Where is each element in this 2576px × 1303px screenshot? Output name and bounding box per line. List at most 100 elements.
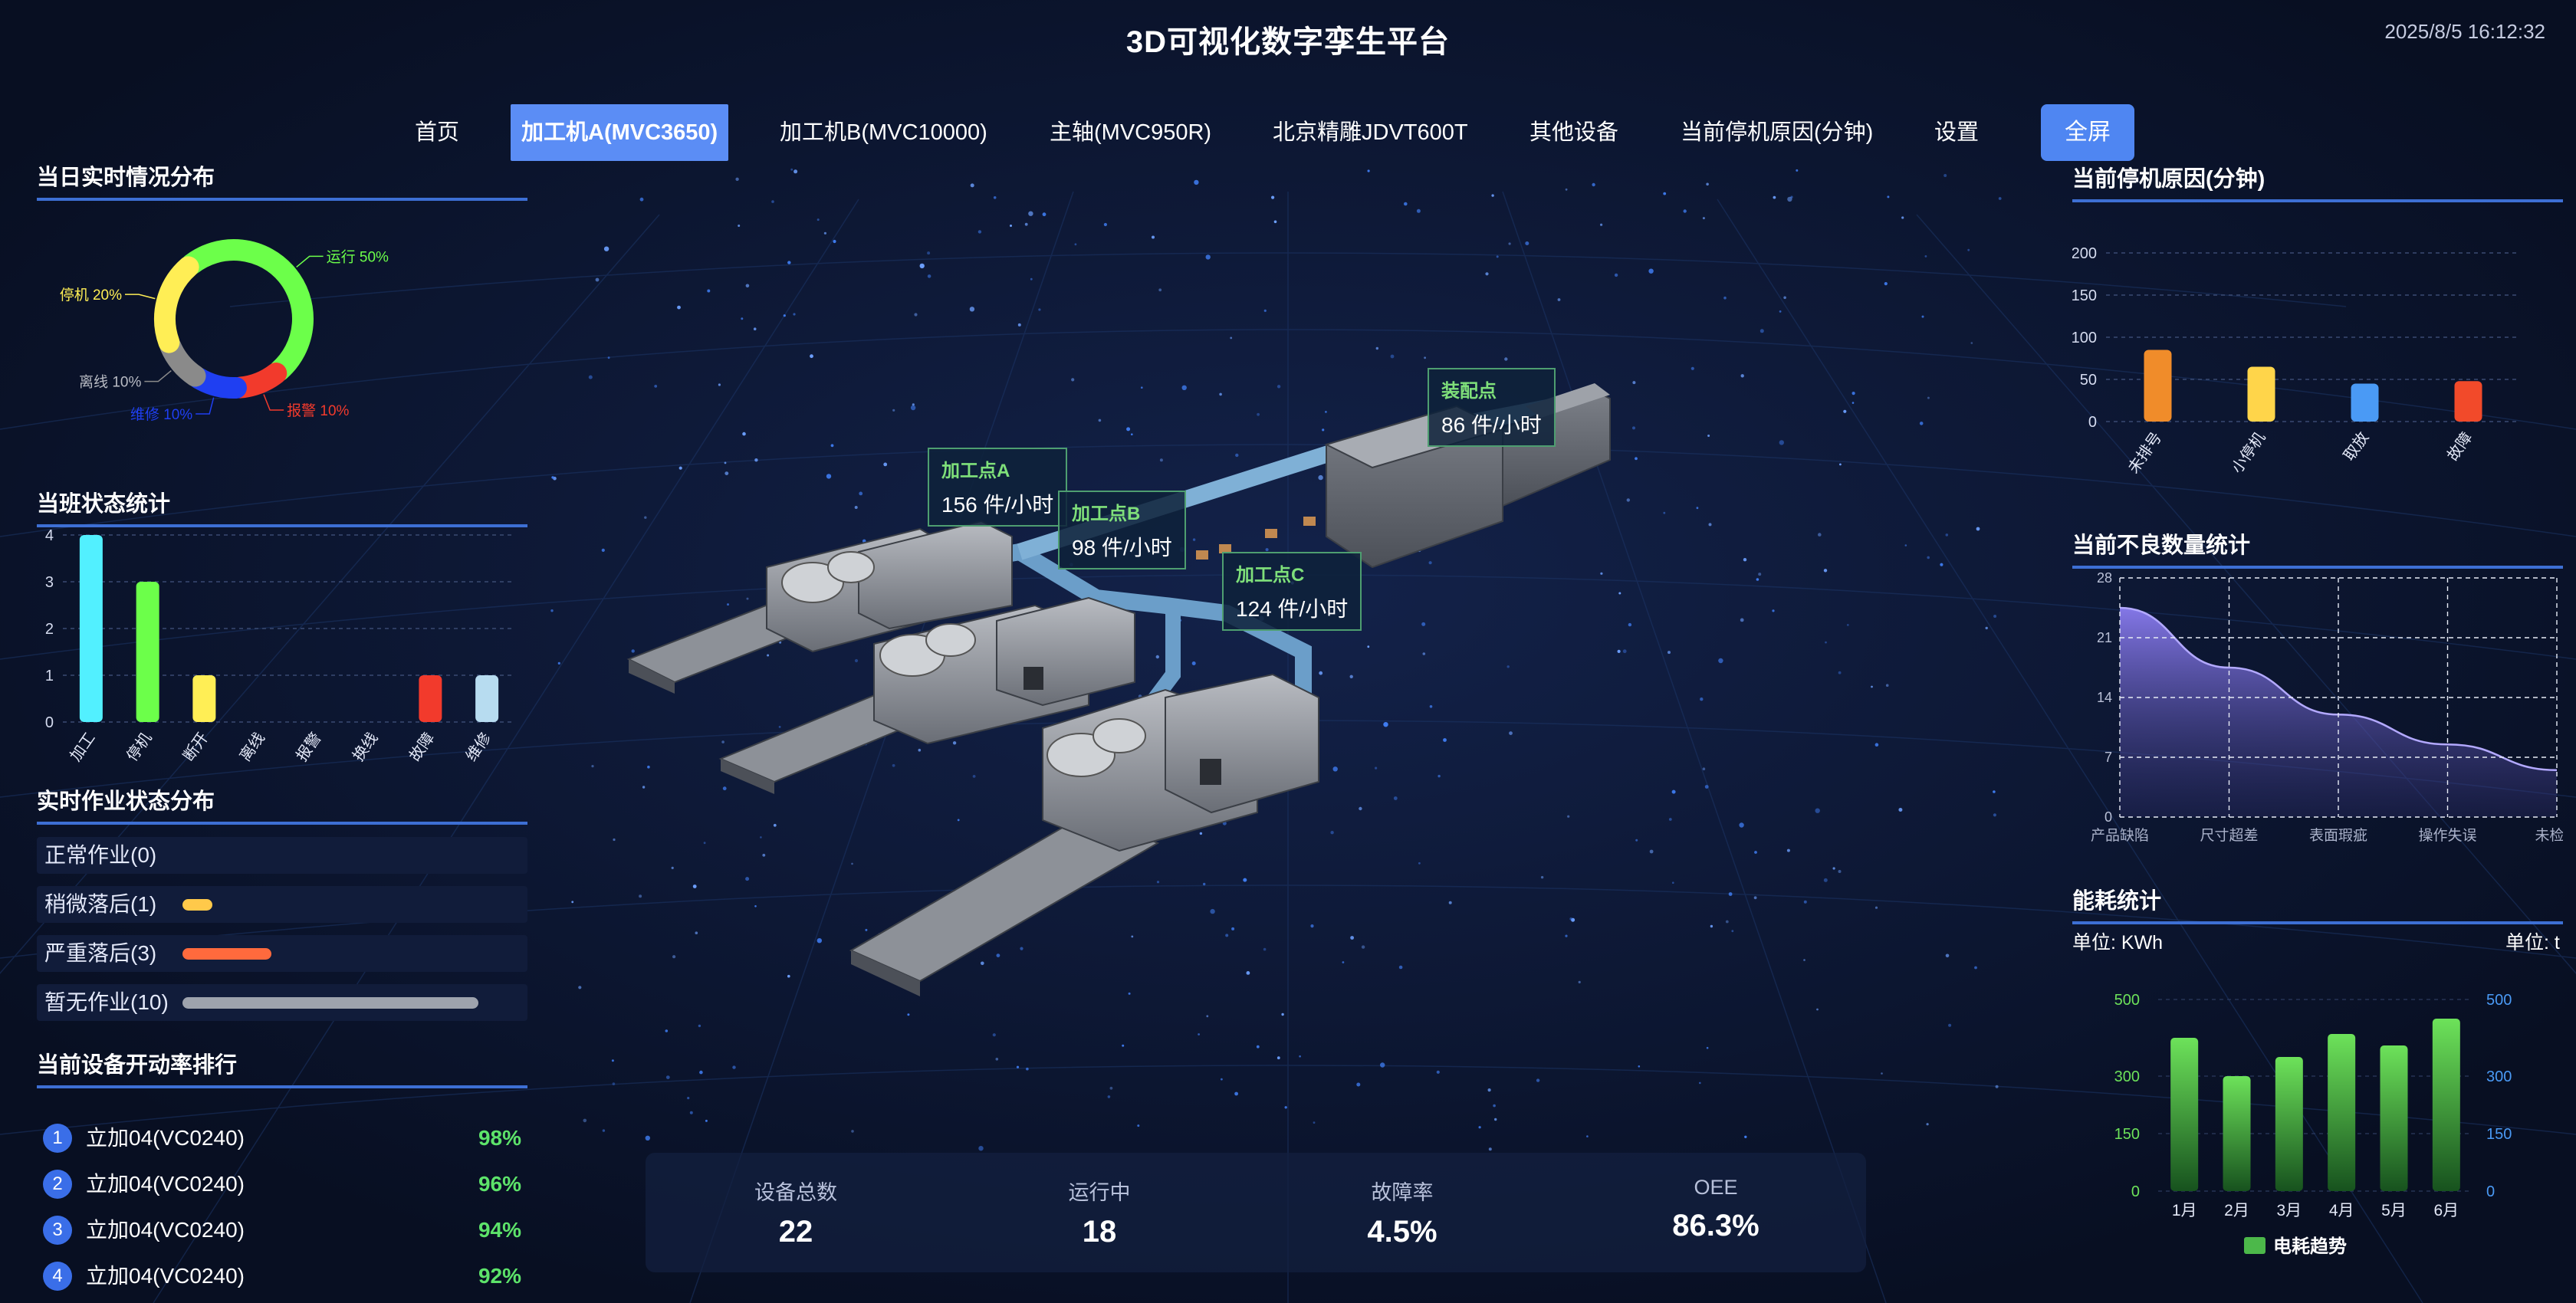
star bbox=[1493, 1104, 1496, 1108]
x-tick-label: 维修 bbox=[462, 729, 495, 764]
star bbox=[695, 931, 698, 934]
star bbox=[1648, 268, 1654, 274]
star bbox=[1731, 930, 1734, 933]
fullscreen-button[interactable]: 全屏 bbox=[2041, 104, 2134, 161]
star bbox=[721, 740, 724, 743]
station-name: 装配点 bbox=[1441, 381, 1497, 402]
nav-item-machine-a[interactable]: 加工机A(MVC3650) bbox=[511, 104, 729, 161]
star bbox=[1875, 906, 1878, 909]
star bbox=[1263, 309, 1267, 312]
ranking-row[interactable]: 1 立加04(VC0240) 98% bbox=[37, 1116, 527, 1159]
downtime-reasons-title: 当前停机原因(分钟) bbox=[2072, 161, 2563, 202]
ranking-row[interactable]: 3 立加04(VC0240) 94% bbox=[37, 1208, 527, 1251]
job-status-label: 暂无作业(10) bbox=[44, 990, 169, 1014]
star bbox=[1926, 1123, 1929, 1126]
star bbox=[727, 603, 729, 606]
station-rate: 86 件/小时 bbox=[1441, 413, 1542, 437]
star bbox=[1422, 652, 1426, 655]
star bbox=[1710, 924, 1714, 928]
job-status-bar bbox=[182, 948, 271, 960]
x-tick-label: 4月 bbox=[2329, 1202, 2354, 1219]
star bbox=[1974, 966, 1977, 970]
station-label-a[interactable]: 加工点A 156 件/小时 bbox=[928, 448, 1068, 527]
star bbox=[1635, 457, 1638, 461]
bar bbox=[419, 675, 442, 722]
star bbox=[1122, 1044, 1125, 1047]
nav-item-downtime-reasons[interactable]: 当前停机原因(分钟) bbox=[1681, 104, 1873, 161]
star bbox=[1098, 418, 1102, 422]
nav-item-settings[interactable]: 设置 bbox=[1934, 104, 1979, 161]
star bbox=[1707, 435, 1710, 437]
star bbox=[644, 516, 647, 519]
donut-label: 报警 10% bbox=[287, 402, 349, 419]
star bbox=[724, 461, 727, 464]
star bbox=[883, 462, 888, 467]
star bbox=[1504, 357, 1508, 361]
x-tick-label: 故障 bbox=[406, 729, 438, 764]
nav-item-machine-b[interactable]: 加工机B(MVC10000) bbox=[780, 104, 987, 161]
nav-item-other-devices[interactable]: 其他设备 bbox=[1530, 104, 1618, 161]
star bbox=[1263, 947, 1267, 951]
nav-item-home[interactable]: 首页 bbox=[415, 104, 459, 161]
star bbox=[1219, 392, 1222, 396]
star bbox=[1881, 1072, 1883, 1075]
star bbox=[892, 763, 895, 767]
utilization-ranking-title: 当前设备开动率排行 bbox=[37, 1047, 527, 1088]
star bbox=[927, 274, 932, 278]
star bbox=[672, 955, 676, 959]
star bbox=[1390, 354, 1395, 359]
star bbox=[557, 661, 560, 665]
star bbox=[1803, 900, 1807, 904]
star bbox=[595, 277, 600, 282]
star bbox=[1898, 808, 1903, 812]
star bbox=[1198, 1033, 1200, 1036]
donut-label: 停机 20% bbox=[60, 287, 122, 304]
star bbox=[978, 230, 982, 234]
donut-slice bbox=[180, 239, 314, 382]
rank-value: 92% bbox=[478, 1264, 521, 1288]
star bbox=[978, 1146, 984, 1151]
rank-badge: 4 bbox=[43, 1262, 72, 1291]
star bbox=[631, 649, 635, 653]
star bbox=[745, 284, 750, 288]
star bbox=[1592, 182, 1595, 187]
star bbox=[754, 458, 758, 462]
star bbox=[1671, 789, 1676, 794]
star bbox=[1927, 556, 1930, 560]
station-label-c[interactable]: 加工点C 124 件/小时 bbox=[1222, 552, 1362, 631]
star bbox=[1448, 901, 1452, 904]
rank-device-name: 立加04(VC0240) bbox=[86, 1172, 245, 1196]
star bbox=[1155, 655, 1160, 659]
station-label-b[interactable]: 加工点B 98 件/小时 bbox=[1058, 491, 1186, 569]
star bbox=[1205, 254, 1211, 260]
stat-label: 故障率 bbox=[1371, 1181, 1434, 1204]
star bbox=[1246, 971, 1250, 975]
y2-tick-label: 0 bbox=[2486, 1183, 2495, 1200]
nav-item-jingdiao[interactable]: 北京精雕JDVT600T bbox=[1273, 104, 1468, 161]
star bbox=[1265, 548, 1269, 552]
star bbox=[1158, 288, 1162, 292]
star bbox=[1993, 813, 1996, 817]
donut-leader-line bbox=[144, 369, 172, 382]
star bbox=[654, 385, 658, 388]
star bbox=[732, 1065, 736, 1069]
star bbox=[1230, 336, 1233, 340]
station-label-assembly[interactable]: 装配点 86 件/小时 bbox=[1428, 368, 1556, 447]
star bbox=[583, 1118, 587, 1123]
realtime-distribution-title: 当日实时情况分布 bbox=[37, 159, 527, 201]
star bbox=[919, 263, 925, 269]
nav-item-spindle[interactable]: 主轴(MVC950R) bbox=[1050, 104, 1211, 161]
star bbox=[1436, 1070, 1440, 1074]
star bbox=[551, 476, 554, 479]
star bbox=[1421, 622, 1426, 626]
ranking-row[interactable]: 2 立加04(VC0240) 96% bbox=[37, 1162, 527, 1205]
star bbox=[1071, 378, 1075, 382]
star bbox=[1325, 411, 1327, 413]
y-tick-label: 2 bbox=[45, 621, 54, 638]
downtime-reasons-bar-chart: 0 50 100 150 200 未排号 小停机 取放 故障 bbox=[2072, 245, 2520, 477]
ranking-row[interactable]: 4 立加04(VC0240) 92% bbox=[37, 1254, 527, 1297]
star bbox=[1699, 1081, 1701, 1085]
star bbox=[578, 986, 582, 990]
star bbox=[1256, 1045, 1260, 1049]
star bbox=[1754, 851, 1757, 854]
